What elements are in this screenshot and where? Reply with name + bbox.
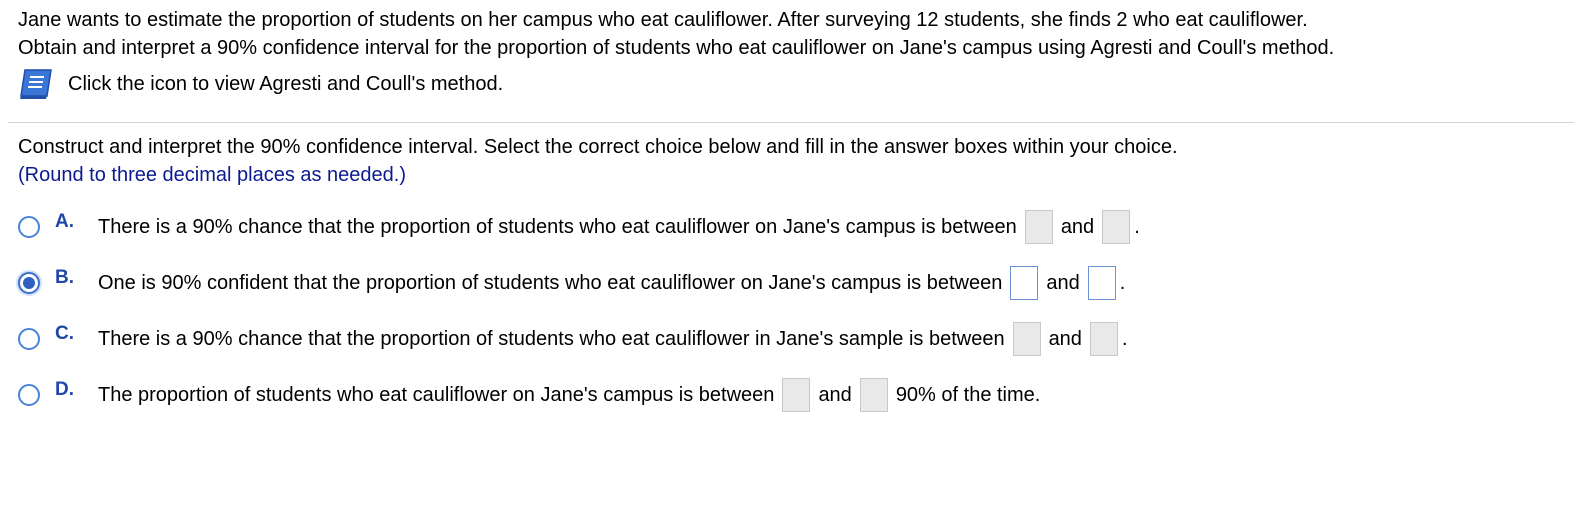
choice-b-lower-input[interactable]: [1010, 266, 1039, 300]
choice-a-lower-input[interactable]: [1024, 210, 1053, 244]
choice-d-upper-input[interactable]: [859, 378, 888, 412]
choice-c-letter: C.: [55, 323, 74, 344]
problem-line-2: Obtain and interpret a 90% confidence in…: [18, 37, 1335, 59]
round-note: (Round to three decimal places as needed…: [18, 164, 407, 186]
instructions-text: Construct and interpret the 90% confiden…: [18, 136, 1178, 158]
choice-d-and: and: [818, 383, 852, 406]
choice-a-radio[interactable]: [18, 216, 40, 238]
section-divider: [8, 122, 1574, 123]
problem-line-1: Jane wants to estimate the proportion of…: [18, 9, 1308, 31]
choice-c-text: There is a 90% chance that the proportio…: [98, 327, 1005, 350]
choice-a-text: There is a 90% chance that the proportio…: [98, 215, 1017, 238]
choice-d-end: 90% of the time.: [895, 383, 1041, 406]
choice-b-upper-input[interactable]: [1087, 266, 1116, 300]
choice-c[interactable]: C. There is a 90% chance that the propor…: [18, 319, 1128, 359]
choice-d[interactable]: D. The proportion of students who eat ca…: [18, 375, 1040, 415]
problem-statement: Jane wants to estimate the proportion of…: [18, 6, 1568, 62]
choice-b-radio[interactable]: [18, 272, 40, 294]
choice-d-lower-input[interactable]: [782, 378, 811, 412]
choice-a-letter: A.: [55, 211, 74, 232]
choice-b[interactable]: B. One is 90% confident that the proport…: [18, 263, 1125, 303]
choice-a-and: and: [1060, 215, 1095, 238]
choice-b-text: One is 90% confident that the proportion…: [98, 271, 1003, 294]
choice-d-radio[interactable]: [18, 384, 40, 406]
book-icon[interactable]: [18, 67, 54, 101]
instructions: Construct and interpret the 90% confiden…: [18, 133, 1178, 189]
choice-c-and: and: [1048, 327, 1082, 350]
choice-d-letter: D.: [55, 379, 74, 400]
choice-b-end: .: [1119, 271, 1126, 294]
hint-text: Click the icon to view Agresti and Coull…: [68, 72, 504, 95]
choice-c-radio[interactable]: [18, 328, 40, 350]
hint-row: Click the icon to view Agresti and Coull…: [18, 66, 503, 102]
choice-b-letter: B.: [55, 267, 74, 288]
choice-a[interactable]: A. There is a 90% chance that the propor…: [18, 207, 1140, 247]
choice-c-upper-input[interactable]: [1089, 322, 1118, 356]
choice-b-and: and: [1046, 271, 1080, 294]
choice-c-lower-input[interactable]: [1012, 322, 1041, 356]
choice-a-end: .: [1134, 215, 1140, 238]
choice-d-text: The proportion of students who eat cauli…: [98, 383, 775, 406]
choice-c-end: .: [1121, 327, 1128, 350]
choice-a-upper-input[interactable]: [1102, 210, 1131, 244]
